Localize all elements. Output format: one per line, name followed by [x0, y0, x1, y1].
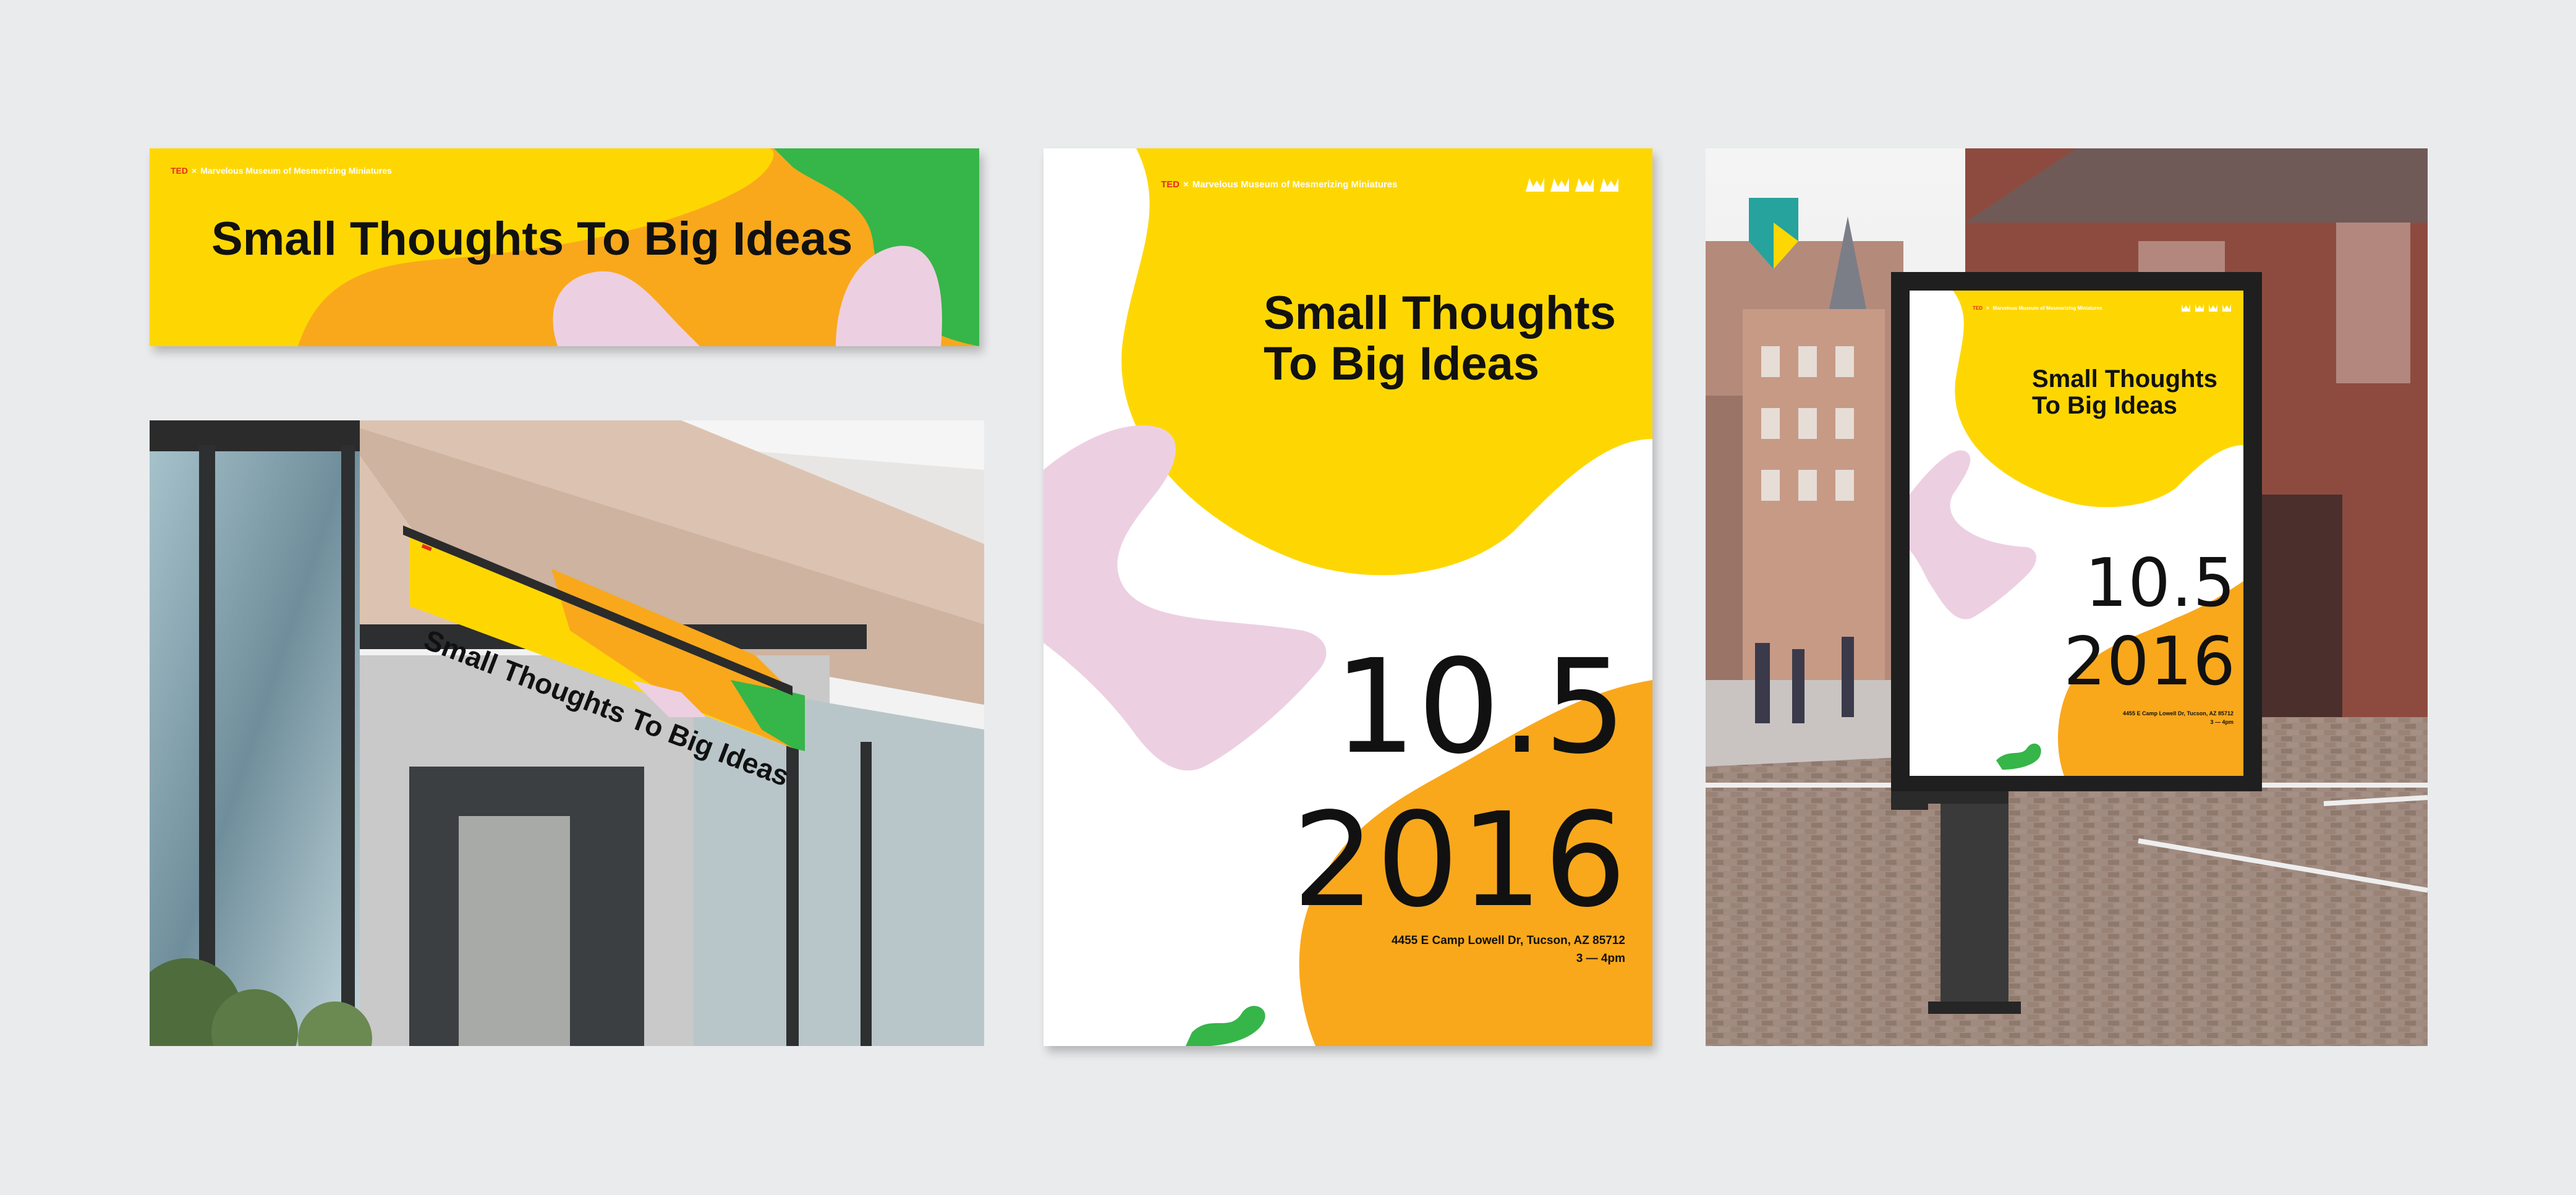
poster-address-block: 4455 E Camp Lowell Dr, Tucson, AZ 85712 … — [1392, 932, 1625, 967]
banner-headline: Small Thoughts To Big Ideas — [211, 213, 853, 265]
poster-date-line1: 10.5 — [1333, 631, 1628, 783]
poster-hours: 3 — 4pm — [1576, 951, 1625, 965]
billboard-headline-line2: To Big Ideas — [2032, 392, 2177, 420]
storefront-scene — [150, 420, 984, 1046]
billboard-address: 4455 E Camp Lowell Dr, Tucson, AZ 85712 — [2122, 710, 2234, 717]
separator: × — [1986, 305, 1989, 311]
organization-name: Marvelous Museum of Mesmerizing Miniatur… — [1192, 179, 1398, 190]
poster-headline: Small Thoughts To Big Ideas — [1264, 287, 1616, 391]
organization-name: Marvelous Museum of Mesmerizing Miniatur… — [1992, 305, 2102, 311]
billboard-address-block: 4455 E Camp Lowell Dr, Tucson, AZ 85712 … — [2123, 710, 2234, 726]
web-banner: TED × Marvelous Museum of Mesmerizing Mini… — [150, 148, 979, 346]
event-poster: TED × Marvelous Museum of Mesmerizing Mini… — [1044, 148, 1652, 1046]
organization-name: Marvelous Museum of Mesmerizing Miniatur… — [200, 166, 392, 176]
billboard-headline: Small Thoughts To Big Ideas — [2032, 365, 2217, 420]
storefront-photo: Small Thoughts To Big Ideas — [150, 420, 984, 1046]
billboard-hours: 3 — 4pm — [2210, 718, 2234, 725]
ted-logo: TED — [171, 166, 188, 176]
poster-headline-line1: Small Thoughts — [1264, 287, 1616, 339]
ted-logo: TED — [1973, 305, 1983, 311]
billboard-headline-line1: Small Thoughts — [2032, 365, 2217, 393]
poster-date-line2: 2016 — [1292, 784, 1628, 936]
billboard-date: 10.5 2016 — [2064, 544, 2236, 702]
banner-tagline: TED × Marvelous Museum of Mesmerizing Mini… — [171, 166, 392, 176]
poster-address: 4455 E Camp Lowell Dr, Tucson, AZ 85712 — [1391, 934, 1625, 947]
separator: × — [1183, 179, 1189, 190]
separator: × — [192, 166, 197, 176]
billboard-date-line2: 2016 — [2064, 623, 2236, 701]
street-billboard-photo: TED × Marvelous Museum of Mesmerizing Mini… — [1706, 148, 2428, 1046]
billboard-tagline: TED × Marvelous Museum of Mesmerizing Mini… — [1973, 305, 2102, 311]
ted-logo: TED — [1161, 179, 1180, 190]
billboard-date-line1: 10.5 — [2085, 545, 2236, 622]
poster-tagline: TED × Marvelous Museum of Mesmerizing Mini… — [1161, 179, 1398, 190]
poster-headline-line2: To Big Ideas — [1264, 338, 1540, 391]
poster-date: 10.5 2016 — [1293, 631, 1628, 937]
